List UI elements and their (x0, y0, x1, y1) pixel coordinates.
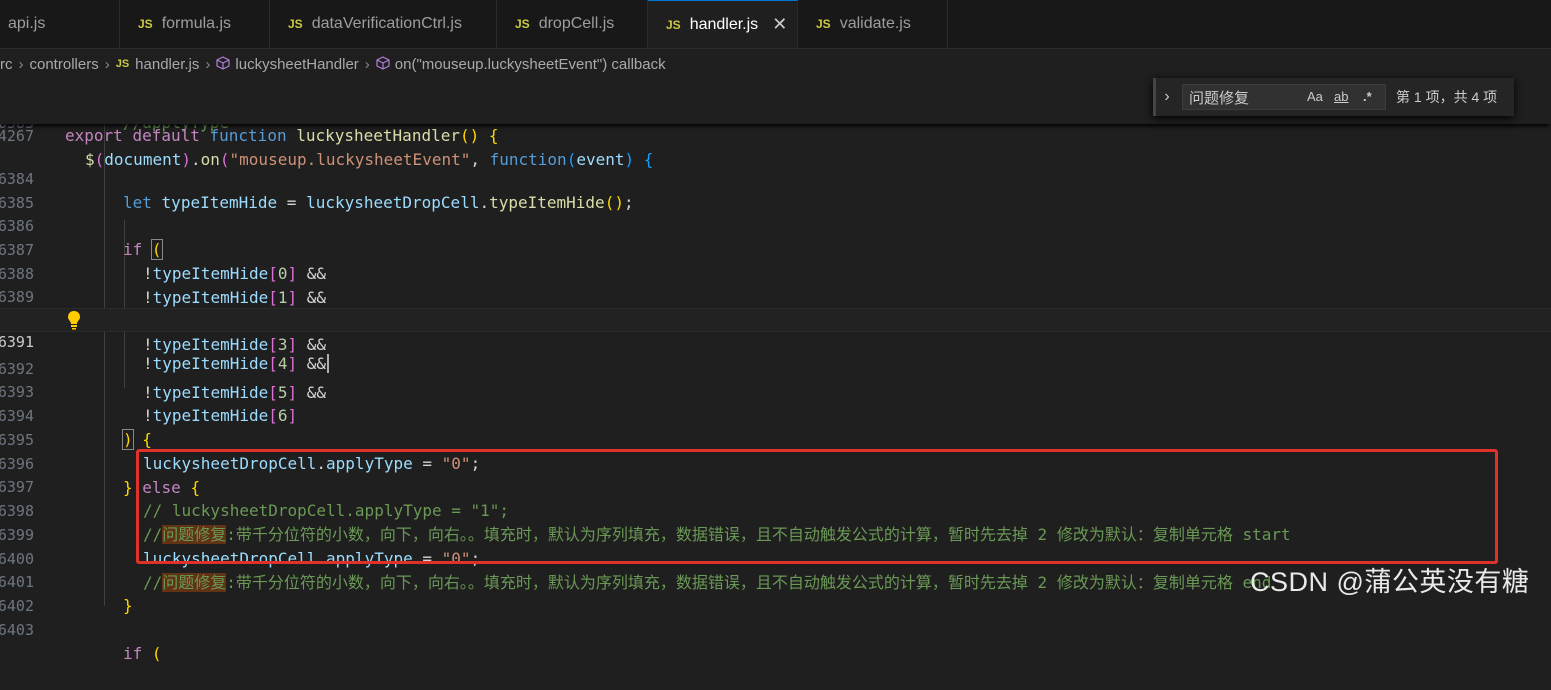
tab-api-js[interactable]: api.js (0, 0, 120, 48)
code-line[interactable]: 6392 !typeItemHide[5] && (0, 333, 1551, 402)
close-icon[interactable]: ✕ (772, 14, 787, 35)
code-line[interactable]: 6388 !typeItemHide[1] && (0, 238, 1551, 307)
whole-word-toggle[interactable]: ab (1334, 89, 1348, 104)
editor-tab-bar: api.js JS formula.js JS dataVerification… (0, 0, 1551, 49)
breadcrumb-item-src[interactable]: rc (0, 56, 13, 73)
javascript-file-icon: JS (816, 17, 831, 31)
javascript-file-icon: JS (515, 17, 530, 31)
code-line[interactable]: 6393 !typeItemHide[6] (0, 356, 1551, 425)
javascript-file-icon: JS (138, 17, 153, 31)
code-line[interactable]: 6395 luckysheetDropCell.applyType = "0"; (0, 404, 1551, 473)
tab-label: dropCell.js (538, 15, 615, 32)
annotation-box (136, 449, 1498, 564)
code-line-current[interactable]: 6391 !typeItemHide[4] && (0, 308, 1551, 373)
cube-icon (216, 55, 230, 73)
tab-label: dataVerificationCtrl.js (311, 15, 462, 32)
tab-label: api.js (8, 15, 46, 32)
code-line[interactable]: 6387 !typeItemHide[0] && (0, 214, 1551, 283)
javascript-file-icon: JS (115, 58, 130, 70)
find-input[interactable]: 问题修复 Aa ab .* (1182, 84, 1386, 110)
breadcrumb-item-controllers[interactable]: controllers (30, 56, 99, 73)
chevron-right-icon: › (205, 55, 211, 73)
tab-label: validate.js (839, 15, 911, 32)
code-line[interactable]: 6389 !typeItemHide[2] && (0, 261, 1551, 330)
breadcrumb: rc › controllers › JS handler.js › lucky… (0, 52, 666, 76)
code-line[interactable]: 6390 !typeItemHide[3] && (0, 285, 1551, 354)
breadcrumb-item-file[interactable]: handler.js (135, 56, 199, 73)
chevron-right-icon[interactable]: › (1156, 88, 1178, 106)
tab-label: formula.js (161, 15, 232, 32)
chevron-right-icon: › (364, 55, 370, 73)
code-line[interactable]: 6386 if ( (0, 190, 1551, 260)
tab-label: handler.js (689, 15, 759, 33)
regex-toggle[interactable]: .* (1363, 89, 1372, 104)
line-number: 6403 (0, 621, 34, 639)
watermark: CSDN @蒲公英没有糖 (1250, 567, 1530, 597)
javascript-file-icon: JS (666, 17, 681, 32)
breadcrumb-item-callback[interactable]: on("mouseup.luckysheetEvent") callback (395, 56, 666, 73)
tab-dropcell-js[interactable]: JS dropCell.js (497, 0, 648, 48)
find-result-count: 第 1 项，共 4 项 (1396, 89, 1498, 105)
chevron-right-icon: › (18, 55, 24, 73)
tab-validate-js[interactable]: JS validate.js (798, 0, 948, 48)
breadcrumb-item-function[interactable]: luckysheetHandler (235, 56, 358, 73)
chevron-right-icon: › (104, 55, 110, 73)
tab-handler-js[interactable]: JS handler.js ✕ (648, 0, 798, 48)
find-widget: › 问题修复 Aa ab .* 第 1 项，共 4 项 (1153, 78, 1514, 116)
code-line[interactable]: 6394 ) { (0, 380, 1551, 450)
find-query: 问题修复 (1189, 89, 1250, 107)
cube-icon (376, 55, 390, 73)
line-number: 4267 (0, 127, 34, 145)
tab-formula-js[interactable]: JS formula.js (120, 0, 270, 48)
javascript-file-icon: JS (288, 17, 303, 31)
lightbulb-icon[interactable] (66, 310, 82, 330)
tab-dataverificationctrl-js[interactable]: JS dataVerificationCtrl.js (270, 0, 497, 48)
match-case-toggle[interactable]: Aa (1307, 89, 1323, 104)
